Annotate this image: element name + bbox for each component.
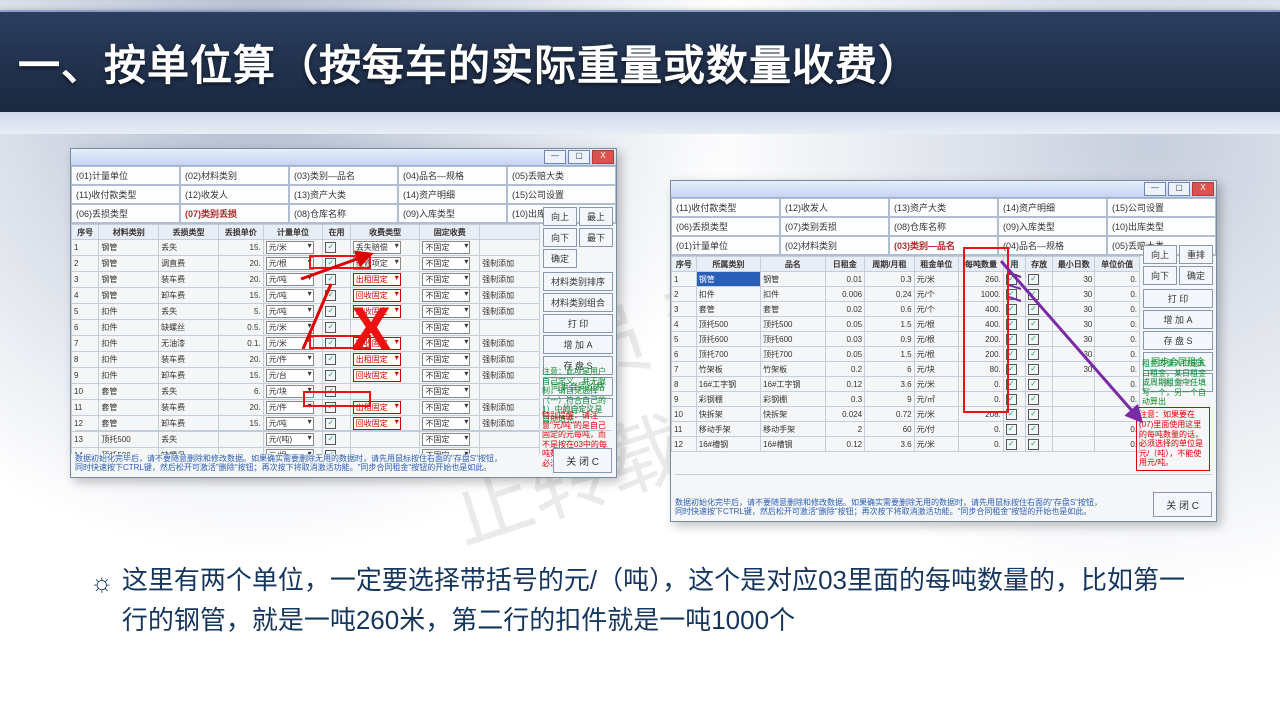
tab-(12)收发人[interactable]: (12)收发人 — [180, 185, 289, 204]
tab-(04)品名—规格[interactable]: (04)品名—规格 — [398, 166, 507, 185]
tab-(08)仓库名称[interactable]: (08)仓库名称 — [289, 204, 398, 223]
tab-grid: (11)收付款类型(12)收发人(13)资产大类(14)资产明细(15)公司设置… — [671, 198, 1216, 256]
table-row[interactable]: 4钢管卸车费15.元/吨回收固定不固定强制添加 — [72, 288, 540, 304]
tab-grid: (01)计量单位(02)材料类别(03)类别—品名(04)品名—规格(05)丢赔… — [71, 166, 616, 224]
tab-(03)类别—品名[interactable]: (03)类别—品名 — [889, 236, 998, 255]
tab-(11)收付款类型[interactable]: (11)收付款类型 — [71, 185, 180, 204]
table-row[interactable]: 6顶托700顶托7000.051.5元/根200.300. — [672, 347, 1140, 362]
slide-title: 一、按单位算（按每车的实际重量或数量收费） — [18, 32, 921, 93]
tab-(04)品名—规格[interactable]: (04)品名—规格 — [998, 236, 1107, 255]
data-grid[interactable]: 序号材料类别丢损类型丢损单价计量单位在用收费类型固定收费1钢管丢失15.元/米丢… — [71, 224, 540, 454]
table-row[interactable]: 10快拆架快拆架0.0240.72元/米208.0. — [672, 407, 1140, 422]
tab-(07)类别丢损[interactable]: (07)类别丢损 — [180, 204, 289, 223]
screenshots-area: — ▢ X (01)计量单位(02)材料类别(03)类别—品名(04)品名—规格… — [70, 148, 1240, 528]
tab-(06)丢损类型[interactable]: (06)丢损类型 — [671, 217, 780, 236]
table-row[interactable]: 1216#槽钢16#槽钢0.123.6元/米0.0. — [672, 437, 1140, 452]
tab-(01)计量单位[interactable]: (01)计量单位 — [671, 236, 780, 255]
table-row[interactable]: 5顶托600顶托6000.030.9元/根200.300. — [672, 332, 1140, 347]
tab-(09)入库类型[interactable]: (09)入库类型 — [398, 204, 507, 223]
table-row[interactable]: 9彩钢棚彩钢棚0.39元/㎡0.0. — [672, 392, 1140, 407]
tab-(08)仓库名称[interactable]: (08)仓库名称 — [889, 217, 998, 236]
tab-(01)计量单位[interactable]: (01)计量单位 — [71, 166, 180, 185]
table-row[interactable]: 11移动手架移动手架260元/付0.0. — [672, 422, 1140, 437]
btn-打 印[interactable]: 打 印 — [543, 314, 613, 333]
footer-note: 数据初始化完毕后，请不要随意删除和修改数据。如果确实需要删除无用的数据时，请先用… — [75, 454, 505, 473]
window-03-leibie-pinming: — ▢ X (11)收付款类型(12)收发人(13)资产大类(14)资产明细(1… — [670, 180, 1217, 522]
tab-(11)收付款类型[interactable]: (11)收付款类型 — [671, 198, 780, 217]
tab-(12)收发人[interactable]: (12)收发人 — [780, 198, 889, 217]
tab-(07)类别丢损[interactable]: (07)类别丢损 — [780, 217, 889, 236]
footer: 数据初始化完毕后，请不要随意删除和修改数据。如果确实需要删除无用的数据时，请先用… — [75, 430, 612, 473]
close-c-button[interactable]: 关 闭 C — [553, 448, 612, 473]
table-row[interactable]: 9扣件卸车费15.元/台回收固定不固定强制添加 — [72, 368, 540, 384]
table-row[interactable]: 1钢管丢失15.元/米丢失赔偿不固定 — [72, 240, 540, 256]
tab-(09)入库类型[interactable]: (09)入库类型 — [998, 217, 1107, 236]
btn-增 加 A[interactable]: 增 加 A — [543, 335, 613, 354]
table-row[interactable]: 1钢管钢管0.010.3元/米260.300. — [672, 272, 1140, 287]
tab-(15)公司设置[interactable]: (15)公司设置 — [1107, 198, 1216, 217]
table-row[interactable]: 8扣件装车费20.元/件出租固定不固定强制添加 — [72, 352, 540, 368]
btn-确定[interactable]: 确定 — [1179, 266, 1213, 285]
table-row[interactable]: 11套管装车费20.元/件出租固定不固定强制添加 — [72, 400, 540, 416]
btn-增 加 A[interactable]: 增 加 A — [1143, 310, 1213, 329]
tab-(13)资产大类[interactable]: (13)资产大类 — [289, 185, 398, 204]
tab-(03)类别—品名[interactable]: (03)类别—品名 — [289, 166, 398, 185]
table-row[interactable]: 4顶托500顶托5000.051.5元/根400.300. — [672, 317, 1140, 332]
explain-text: 这里有两个单位，一定要选择带括号的元/（吨），这个是对应03里面的每吨数量的，比… — [122, 560, 1200, 641]
close-button[interactable]: X — [592, 150, 614, 164]
btn-材料类别排序[interactable]: 材料类别排序 — [543, 272, 613, 291]
btn-向下[interactable]: 向下 — [1143, 266, 1177, 285]
slide-subbar — [0, 112, 1280, 134]
titlebar: — ▢ X — [671, 181, 1216, 198]
grid-wrap: 序号材料类别丢损类型丢损单价计量单位在用收费类型固定收费1钢管丢失15.元/米丢… — [71, 224, 540, 454]
btn-重排[interactable]: 重排 — [1179, 245, 1213, 264]
tab-(05)丢赔大类[interactable]: (05)丢赔大类 — [507, 166, 616, 185]
red-tip: 注意：如果要在(07)里面使用这里的每吨数量的话，必须选择的单位是元/（吨），不… — [1136, 407, 1210, 471]
titlebar: — ▢ X — [71, 149, 616, 166]
close-c-button[interactable]: 关 闭 C — [1153, 492, 1212, 517]
table-row[interactable]: 6扣件缺螺丝0.5.元/米不固定 — [72, 320, 540, 336]
footer-note: 数据初始化完毕后，请不要随意删除和修改数据。如果确实需要删除无用的数据时，请先用… — [675, 498, 1105, 517]
tab-(02)材料类别[interactable]: (02)材料类别 — [180, 166, 289, 185]
max-button[interactable]: ▢ — [568, 150, 590, 164]
btn-最下[interactable]: 最下 — [579, 228, 613, 247]
table-row[interactable]: 2扣件扣件0.0060.24元/个1000.300. — [672, 287, 1140, 302]
table-row[interactable]: 816#工字钢16#工字钢0.123.6元/米0.0. — [672, 377, 1140, 392]
tab-(06)丢损类型[interactable]: (06)丢损类型 — [71, 204, 180, 223]
table-row[interactable]: 5扣件丢失5.元/吨回收固定不固定强制添加 — [72, 304, 540, 320]
tab-(14)资产明细[interactable]: (14)资产明细 — [998, 198, 1107, 217]
green-tip: 租金的录入口是入口租金，某日租金或周期租金中任填写一个，另一个自动算出 — [1142, 359, 1210, 407]
min-button[interactable]: — — [1144, 182, 1166, 196]
table-row[interactable]: 3套管套管0.020.6元/个400.300. — [672, 302, 1140, 317]
table-row[interactable]: 7扣件无油漆0.1.元/米回收固定不固定强制添加 — [72, 336, 540, 352]
footer: 数据初始化完毕后，请不要随意删除和修改数据。如果确实需要删除无用的数据时，请先用… — [675, 474, 1212, 517]
data-grid[interactable]: 序号所属类别品名日租金周期/月租租金单位每吨数量用存放最小日数单位价值1钢管钢管… — [671, 256, 1140, 452]
grid-wrap: 序号所属类别品名日租金周期/月租租金单位每吨数量用存放最小日数单位价值1钢管钢管… — [671, 256, 1140, 466]
btn-向下[interactable]: 向下 — [543, 228, 577, 247]
slide-title-band: 一、按单位算（按每车的实际重量或数量收费） — [0, 10, 1280, 114]
bullet-sun-icon: ☼ — [90, 562, 114, 641]
tab-(02)材料类别[interactable]: (02)材料类别 — [780, 236, 889, 255]
table-row[interactable]: 2钢管调直费20.元/根维修项定不固定强制添加 — [72, 256, 540, 272]
table-row[interactable]: 3钢管装车费20.元/吨出租固定不固定强制添加 — [72, 272, 540, 288]
tab-(14)资产明细[interactable]: (14)资产明细 — [398, 185, 507, 204]
tab-(10)出库类型[interactable]: (10)出库类型 — [1107, 217, 1216, 236]
min-button[interactable]: — — [544, 150, 566, 164]
table-row[interactable]: 7竹架板竹架板0.26元/块80.300. — [672, 362, 1140, 377]
btn-最上[interactable]: 最上 — [579, 207, 613, 226]
tab-(15)公司设置[interactable]: (15)公司设置 — [507, 185, 616, 204]
tab-(13)资产大类[interactable]: (13)资产大类 — [889, 198, 998, 217]
close-button[interactable]: X — [1192, 182, 1214, 196]
btn-向上[interactable]: 向上 — [543, 207, 577, 226]
btn-打 印[interactable]: 打 印 — [1143, 289, 1213, 308]
explain-paragraph: ☼ 这里有两个单位，一定要选择带括号的元/（吨），这个是对应03里面的每吨数量的… — [90, 560, 1200, 641]
table-row[interactable]: 10套管丢失6.元/块不固定 — [72, 384, 540, 400]
btn-存 盘 S[interactable]: 存 盘 S — [1143, 331, 1213, 350]
max-button[interactable]: ▢ — [1168, 182, 1190, 196]
btn-材料类别组合[interactable]: 材料类别组合 — [543, 293, 613, 312]
window-07-leibie-diusun: — ▢ X (01)计量单位(02)材料类别(03)类别—品名(04)品名—规格… — [70, 148, 617, 478]
btn-向上[interactable]: 向上 — [1143, 245, 1177, 264]
btn-确定[interactable]: 确定 — [543, 249, 577, 268]
